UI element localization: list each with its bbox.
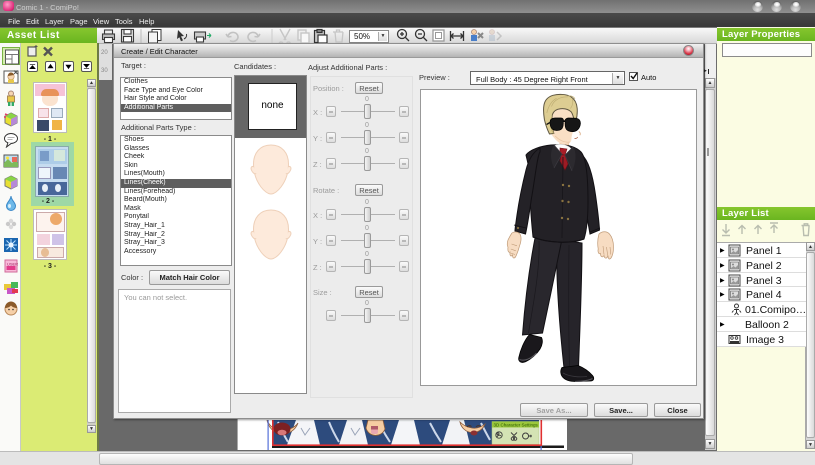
- svg-text:3D Character Settings: 3D Character Settings: [494, 423, 539, 428]
- svg-text:USER: USER: [7, 262, 18, 267]
